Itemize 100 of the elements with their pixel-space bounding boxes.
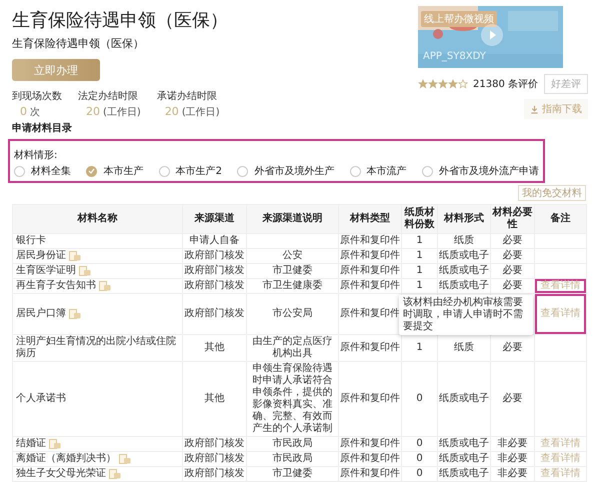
radio-option[interactable]: 本市生产2 <box>158 164 222 178</box>
table-cell: 申领生育保险待遇时申请人承诺符合申领条件，提供的影像资料真实、准确、完整、有效而产生的个人承诺制 <box>252 363 332 434</box>
material-name: 居民身份证 <box>16 250 66 262</box>
table-cell: 市公安局 <box>272 308 312 319</box>
table-cell: 必要 <box>502 393 522 404</box>
table-cell: 市卫健委 <box>272 265 312 276</box>
column-header: 材料形式 <box>438 204 490 234</box>
column-header: 备注 <box>534 204 586 234</box>
table-cell: 原件和复印件 <box>340 235 400 246</box>
exempt-materials-button[interactable]: 我的免交材料 <box>518 185 586 201</box>
download-button[interactable]: 指南下载 <box>524 99 588 119</box>
table-cell: 政府部门核发 <box>184 265 244 276</box>
table-cell: 市卫健委 <box>272 468 312 479</box>
situation-label: 材料情形: <box>14 148 58 162</box>
table-cell: 政府部门核发 <box>184 438 244 449</box>
table-cell: 由生产的定点医疗机构出具 <box>252 336 332 359</box>
table-cell: 必要 <box>502 265 522 276</box>
stat-value: 20 <box>86 105 100 118</box>
star-icon <box>448 79 458 89</box>
table-cell: 原件和复印件 <box>340 250 400 261</box>
table-cell: 原件和复印件 <box>340 280 400 291</box>
table-cell: 1 <box>416 280 423 291</box>
table-cell: 政府部门核发 <box>184 308 244 319</box>
table-cell: 纸质或电子 <box>439 453 489 464</box>
column-header: 来源渠道说明 <box>246 204 338 234</box>
table-cell: 政府部门核发 <box>184 468 244 479</box>
table-cell: 原件和复印件 <box>340 438 400 449</box>
material-name: 独生子女父母光荣证 <box>16 468 106 480</box>
material-name: 个人承诺书 <box>16 393 66 405</box>
radio-option[interactable]: 材料全集 <box>14 164 71 178</box>
table-cell: 非必要 <box>498 438 528 449</box>
material-name: 居民户口簿 <box>16 308 66 320</box>
table-cell: 纸质 <box>454 235 474 246</box>
radio-option[interactable]: 本市生产 <box>86 164 144 178</box>
stat-unit: (工作日) <box>182 106 220 119</box>
stat-unit: 次 <box>30 106 40 119</box>
table-cell: 政府部门核发 <box>184 280 244 291</box>
stat-value: 20 <box>164 105 179 118</box>
table-cell: 原件和复印件 <box>340 393 400 404</box>
material-name: 结婚证 <box>16 438 46 450</box>
download-icon <box>530 104 539 114</box>
table-cell: 政府部门核发 <box>184 250 244 261</box>
star-icon <box>458 79 468 89</box>
table-cell: 原件和复印件 <box>340 342 400 353</box>
table-cell: 原件和复印件 <box>340 468 400 479</box>
table-cell: 1 <box>416 235 423 246</box>
table-cell: 纸质或电子 <box>439 393 489 404</box>
document-icon[interactable] <box>119 454 131 464</box>
table-cell: 市卫生健康委 <box>262 280 322 291</box>
column-header: 材料类型 <box>338 204 402 234</box>
table-cell: 非必要 <box>498 468 528 479</box>
material-name: 离婚证（离婚判决书） <box>16 453 116 465</box>
page-subtitle: 生育保险待遇申领（医保） <box>12 36 144 51</box>
table-cell: 必要 <box>502 342 522 353</box>
document-icon[interactable] <box>109 469 121 479</box>
document-icon[interactable] <box>69 251 81 261</box>
table-cell: 纸质或电子 <box>439 468 489 479</box>
table-cell: 纸质或电子 <box>439 265 489 276</box>
review-count: 21380 条评价 <box>473 78 538 91</box>
radio-option[interactable]: 本市流产 <box>350 164 407 178</box>
table-cell: 1 <box>416 265 423 276</box>
table-cell: 纸质 <box>454 342 474 353</box>
review-button[interactable]: 好差评 <box>544 74 588 94</box>
table-cell: 必要 <box>502 250 522 261</box>
document-icon[interactable] <box>79 266 91 276</box>
stat-label: 到现场次数 <box>12 90 62 103</box>
document-icon[interactable] <box>49 439 61 449</box>
table-cell: 必要 <box>502 235 522 246</box>
section-title: 申请材料目录 <box>12 122 73 135</box>
table-cell: 0 <box>416 438 423 449</box>
page-title: 生育保险待遇申领（医保） <box>12 9 228 32</box>
document-icon[interactable] <box>69 309 81 319</box>
table-cell: 市民政局 <box>272 438 312 449</box>
column-header: 材料名称 <box>12 204 182 234</box>
radio-option[interactable]: 外省市及境外流产申请 <box>422 164 539 178</box>
table-cell: 政府部门核发 <box>184 453 244 464</box>
table-cell: 原件和复印件 <box>340 453 400 464</box>
table-cell: 纸质或电子 <box>439 250 489 261</box>
column-header: 纸质材料份数 <box>402 204 438 234</box>
table-cell: 其他 <box>204 393 224 404</box>
table-cell: 必要 <box>502 280 522 291</box>
play-icon[interactable] <box>481 24 503 46</box>
material-name: 再生育子女告知书 <box>16 280 96 292</box>
tooltip: 该材料由经办机构审核需要时调取，申请人申请时不需要提交 <box>399 295 533 335</box>
star-icon <box>428 79 438 89</box>
stat-label: 法定办结时限 <box>78 90 139 103</box>
radio-option[interactable]: 外省市及境外生产 <box>237 164 334 178</box>
material-name: 生育医学证明 <box>16 265 76 277</box>
table-cell: 原件和复印件 <box>340 265 400 276</box>
apply-button[interactable]: 立即办理 <box>12 59 100 81</box>
column-header: 材料必要性 <box>490 204 534 234</box>
table-cell: 纸质或电子 <box>439 280 489 291</box>
table-cell: 1 <box>416 250 423 261</box>
table-cell: 市民政局 <box>272 453 312 464</box>
stat-label: 承诺办结时限 <box>156 90 218 103</box>
table-cell: 申请人自备 <box>190 235 240 246</box>
star-icon <box>418 79 428 89</box>
material-name: 注明产妇生育情况的出院小结或住院病历 <box>16 336 177 360</box>
stat-unit: (工作日) <box>103 106 141 119</box>
document-icon[interactable] <box>99 281 111 291</box>
